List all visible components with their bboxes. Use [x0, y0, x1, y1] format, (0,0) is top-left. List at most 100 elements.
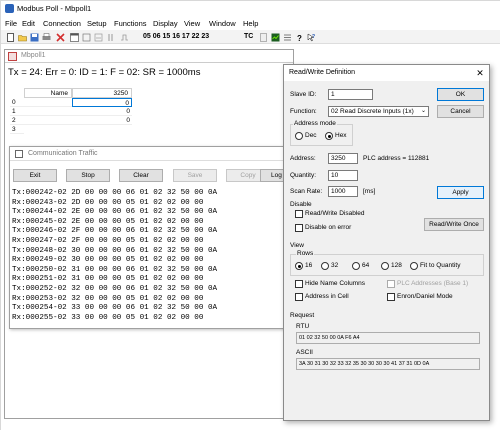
disable-on-error-label: Disable on error: [305, 224, 352, 231]
grid-name-cell[interactable]: [24, 116, 72, 125]
grid-header-address[interactable]: 3250: [72, 88, 132, 98]
scan-rate-input[interactable]: 1000: [328, 186, 358, 197]
rows-32-radio[interactable]: [321, 262, 329, 270]
plc-addresses-label: PLC Addresses (Base 1): [397, 280, 469, 287]
mbpoll-window-titlebar[interactable]: Mbpoll1: [5, 50, 293, 63]
address-label: Address:: [290, 155, 316, 162]
log-line: Tx:000254-02 33 00 00 00 06 01 02 32 50 …: [12, 304, 218, 313]
grid-row-number: 2: [10, 116, 24, 125]
rows-16-radio[interactable]: [295, 262, 303, 270]
ok-button[interactable]: OK: [437, 88, 484, 101]
grid-row-number: 1: [10, 107, 24, 116]
function-select[interactable]: 02 Read Discrete Inputs (1x) ⌄: [328, 106, 429, 117]
list-icon[interactable]: [282, 32, 292, 42]
grid-header-name[interactable]: Name: [24, 88, 72, 98]
plc-addresses-checkbox[interactable]: [387, 280, 395, 288]
dialog-close-icon[interactable]: ✕: [474, 67, 486, 79]
menu-display[interactable]: Display: [153, 19, 178, 28]
log-line: Tx:000252-02 32 00 00 00 06 01 02 32 50 …: [12, 285, 218, 293]
hex-radio-label: Hex: [335, 132, 347, 139]
menu-help[interactable]: Help: [243, 19, 258, 28]
function-label: Function:: [290, 108, 317, 115]
log-line: Rx:000255-02 33 00 00 00 05 01 02 02 00 …: [12, 313, 204, 322]
traffic-toolbar-button[interactable]: TC: [244, 32, 253, 42]
rw-disabled-checkbox[interactable]: [295, 210, 303, 218]
menu-setup[interactable]: Setup: [87, 19, 107, 28]
new-file-icon[interactable]: [5, 32, 15, 42]
pulse-icon[interactable]: [119, 32, 129, 42]
poll-status: Tx = 24: Err = 0: ID = 1: F = 02: SR = 1…: [8, 67, 201, 78]
slave-id-label: Slave ID:: [290, 91, 317, 98]
rows-128-radio[interactable]: [381, 262, 389, 270]
print-icon[interactable]: [41, 32, 51, 42]
traffic-title: Communication Traffic: [28, 150, 98, 157]
chevron-down-icon: ⌄: [420, 108, 426, 114]
address-in-cell-checkbox[interactable]: [295, 293, 303, 301]
disable-on-error-checkbox[interactable]: [295, 224, 303, 232]
pause-icon[interactable]: [105, 32, 115, 42]
close-icon[interactable]: [55, 32, 65, 42]
address-in-cell-label: Address in Cell: [305, 293, 349, 300]
app-title: Modbus Poll - Mbpoll1: [17, 4, 92, 13]
log-line: Tx:000244-02 2E 00 00 00 06 01 02 32 50 …: [12, 208, 218, 217]
dialog-titlebar[interactable]: Read/Write Definition ✕: [284, 65, 489, 81]
apply-button[interactable]: Apply: [437, 186, 484, 199]
enron-daniel-checkbox[interactable]: [387, 293, 395, 301]
dialog-title: Read/Write Definition: [289, 69, 356, 76]
monitor-icon[interactable]: [270, 32, 280, 42]
menu-edit[interactable]: Edit: [22, 19, 35, 28]
save-icon[interactable]: [29, 32, 39, 42]
log-line: Tx:000250-02 31 00 00 00 06 01 02 32 50 …: [12, 265, 218, 274]
exit-button[interactable]: Exit: [13, 169, 57, 182]
grid-name-cell[interactable]: [24, 98, 72, 107]
grid-value-cell[interactable]: 0: [72, 107, 132, 116]
rtu-request-field[interactable]: 01 02 32 50 00 0A F6 A4: [296, 332, 480, 344]
menu-functions[interactable]: Functions: [114, 19, 147, 28]
traffic-titlebar[interactable]: Communication Traffic: [10, 147, 290, 161]
document-icon[interactable]: [258, 32, 268, 42]
address-input[interactable]: 3250: [328, 153, 358, 164]
dec-radio[interactable]: [295, 132, 303, 140]
rows-fit-radio[interactable]: [410, 262, 418, 270]
menu-connection[interactable]: Connection: [43, 19, 81, 28]
help-icon[interactable]: ?: [294, 32, 304, 43]
hide-name-columns-checkbox[interactable]: [295, 280, 303, 288]
grid-value-cell-selected[interactable]: 0: [72, 98, 132, 107]
menu-window[interactable]: Window: [209, 19, 236, 28]
ascii-label: ASCII: [296, 349, 313, 356]
traffic-window-icon: [15, 150, 23, 158]
rows-group-label: Rows: [296, 250, 315, 257]
rows-64-radio[interactable]: [352, 262, 360, 270]
rows-16-label: 16: [305, 262, 313, 269]
context-help-icon[interactable]: ?: [306, 32, 316, 42]
grid-value-cell[interactable]: 0: [72, 116, 132, 125]
svg-text:?: ?: [312, 34, 315, 40]
single-read-icon[interactable]: [81, 32, 91, 42]
hex-radio[interactable]: [325, 132, 333, 140]
log-line: Rx:000245-02 2E 00 00 00 05 01 02 02 00 …: [12, 217, 204, 226]
slave-id-input[interactable]: 1: [328, 89, 373, 100]
cancel-button[interactable]: Cancel: [437, 105, 484, 118]
clear-button[interactable]: Clear: [119, 169, 163, 182]
function-select-value: 02 Read Discrete Inputs (1x): [331, 108, 414, 115]
read-write-once-button[interactable]: Read/Write Once: [424, 218, 484, 231]
quantity-label: Quantity:: [290, 172, 317, 179]
stop-button[interactable]: Stop: [66, 169, 110, 182]
quantity-input[interactable]: 10: [328, 170, 358, 181]
function-codes-toolbar[interactable]: 05 06 15 16 17 22 23: [143, 32, 209, 42]
menu-view[interactable]: View: [184, 19, 200, 28]
open-folder-icon[interactable]: [17, 32, 27, 42]
window-icon[interactable]: [69, 32, 79, 42]
grid-name-cell[interactable]: [24, 107, 72, 116]
svg-text:?: ?: [297, 34, 302, 42]
hide-name-columns-label: Hide Name Columns: [305, 280, 365, 287]
menu-file[interactable]: File: [5, 19, 17, 28]
scan-rate-unit: [ms]: [363, 188, 376, 195]
rw-disabled-label: Read/Write Disabled: [305, 210, 365, 217]
log-line: Rx:000253-02 32 00 00 00 05 01 02 02 00 …: [12, 294, 204, 303]
read-write-icon[interactable]: [93, 32, 103, 42]
log-line: Rx:000251-02 31 00 00 00 05 01 02 02 00 …: [12, 275, 204, 284]
save-traffic-button[interactable]: Save: [173, 169, 217, 182]
enron-daniel-label: Enron/Daniel Mode: [397, 293, 453, 300]
ascii-request-field[interactable]: 3A 30 31 30 32 33 32 35 30 30 30 30 41 3…: [296, 358, 480, 370]
